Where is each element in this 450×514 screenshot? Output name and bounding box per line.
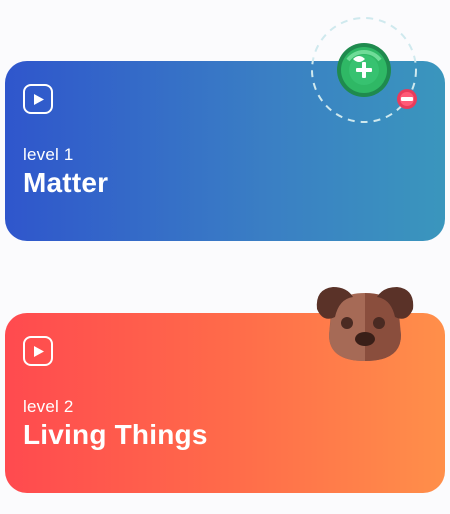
atom-molecule-icon [311, 17, 417, 123]
dog-face-icon [316, 287, 414, 361]
play-button[interactable] [23, 336, 53, 366]
lesson-list: level 1 Matter level 2 Living Things [0, 0, 450, 514]
lesson-title: Living Things [23, 419, 208, 450]
lesson-title: Matter [23, 167, 109, 198]
play-button[interactable] [23, 84, 53, 114]
play-icon [34, 346, 44, 357]
lesson-level: level 2 [23, 397, 74, 416]
lesson-level: level 1 [23, 145, 74, 164]
play-icon [34, 94, 44, 105]
